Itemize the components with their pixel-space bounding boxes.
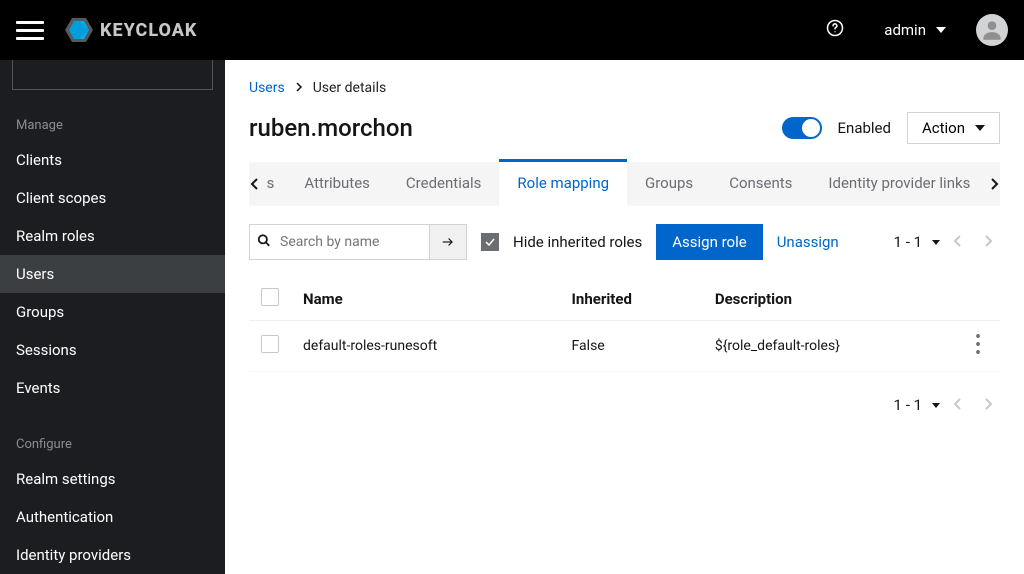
search-wrap <box>249 224 467 260</box>
breadcrumb-current: User details <box>313 80 387 96</box>
pager-range: 1 - 1 <box>894 396 922 414</box>
pager-prev[interactable] <box>946 233 970 251</box>
sidebar-item-events[interactable]: Events <box>0 369 225 407</box>
bottom-pager: 1 - 1 <box>894 396 1000 414</box>
action-menu-button[interactable]: Action <box>907 112 1000 144</box>
sidebar-section-configure: Configure <box>0 427 225 460</box>
enabled-label: Enabled <box>838 119 891 137</box>
hide-inherited-checkbox[interactable] <box>481 233 499 251</box>
pager-prev[interactable] <box>946 396 970 414</box>
hide-inherited-label[interactable]: Hide inherited roles <box>513 233 642 251</box>
col-description: Description <box>703 278 956 321</box>
tab-credentials[interactable]: Credentials <box>388 162 499 206</box>
pager-range: 1 - 1 <box>894 233 922 251</box>
user-menu-label: admin <box>884 21 926 39</box>
table-row: default-roles-runesoft False ${role_defa… <box>249 321 1000 372</box>
sidebar-item-users[interactable]: Users <box>0 255 225 293</box>
top-pager: 1 - 1 <box>894 233 1000 251</box>
caret-down-icon[interactable] <box>932 403 940 408</box>
chevron-right-icon <box>295 82 303 95</box>
sidebar-item-realm-roles[interactable]: Realm roles <box>0 217 225 255</box>
toolbar: Hide inherited roles Assign role Unassig… <box>249 224 1000 260</box>
top-bar: KEYCLOAK admin <box>0 0 1024 60</box>
product-logo[interactable]: KEYCLOAK <box>64 15 197 45</box>
col-name: Name <box>291 278 560 321</box>
page-title: ruben.morchon <box>249 114 766 142</box>
sidebar-item-realm-settings[interactable]: Realm settings <box>0 460 225 498</box>
search-submit-button[interactable] <box>429 224 467 260</box>
col-inherited: Inherited <box>560 278 703 321</box>
sidebar-item-identity-providers[interactable]: Identity providers <box>0 536 225 574</box>
page-header: ruben.morchon Enabled Action <box>249 112 1000 144</box>
tab-role-mapping[interactable]: Role mapping <box>499 162 627 206</box>
row-actions-button[interactable]: ••• <box>968 335 988 357</box>
unassign-button[interactable]: Unassign <box>777 233 839 251</box>
tabs-scroll-right[interactable] <box>988 162 1000 206</box>
main-content: Users User details ruben.morchon Enabled… <box>225 60 1024 574</box>
enabled-toggle[interactable] <box>782 117 822 139</box>
search-input[interactable] <box>249 224 429 260</box>
tabs: s Attributes Credentials Role mapping Gr… <box>249 162 1000 206</box>
action-menu-label: Action <box>922 119 965 137</box>
select-all-checkbox[interactable] <box>261 288 279 306</box>
sidebar-item-authentication[interactable]: Authentication <box>0 498 225 536</box>
tab-identity-provider-links[interactable]: Identity provider links <box>810 162 988 206</box>
menu-toggle-button[interactable] <box>16 16 44 44</box>
tab-attributes[interactable]: Attributes <box>286 162 388 206</box>
user-avatar[interactable] <box>976 14 1008 46</box>
row-checkbox[interactable] <box>261 335 279 353</box>
cell-name: default-roles-runesoft <box>291 321 560 372</box>
assign-role-button[interactable]: Assign role <box>656 224 762 260</box>
realm-selector[interactable] <box>12 60 213 90</box>
pager-next[interactable] <box>976 396 1000 414</box>
sidebar-section-manage: Manage <box>0 108 225 141</box>
product-name: KEYCLOAK <box>100 20 197 41</box>
breadcrumb-users-link[interactable]: Users <box>249 80 285 96</box>
tabs-scroll-left[interactable] <box>249 162 261 206</box>
sidebar-item-sessions[interactable]: Sessions <box>0 331 225 369</box>
roles-table: Name Inherited Description default-roles… <box>249 278 1000 372</box>
sidebar-item-client-scopes[interactable]: Client scopes <box>0 179 225 217</box>
search-icon <box>257 233 271 252</box>
caret-down-icon[interactable] <box>932 240 940 245</box>
sidebar: Manage Clients Client scopes Realm roles… <box>0 60 225 574</box>
help-icon[interactable] <box>826 19 844 41</box>
pager-next[interactable] <box>976 233 1000 251</box>
sidebar-item-clients[interactable]: Clients <box>0 141 225 179</box>
caret-down-icon <box>975 125 985 131</box>
cell-description: ${role_default-roles} <box>703 321 956 372</box>
user-menu-button[interactable]: admin <box>884 21 946 39</box>
tab-details-partial[interactable]: s <box>261 162 287 206</box>
cell-inherited: False <box>560 321 703 372</box>
bottom-pager-wrap: 1 - 1 <box>249 396 1000 414</box>
tab-groups[interactable]: Groups <box>627 162 711 206</box>
sidebar-item-groups[interactable]: Groups <box>0 293 225 331</box>
breadcrumb: Users User details <box>249 80 1000 96</box>
keycloak-logo-icon <box>64 15 94 45</box>
tab-consents[interactable]: Consents <box>711 162 810 206</box>
caret-down-icon <box>936 27 946 33</box>
